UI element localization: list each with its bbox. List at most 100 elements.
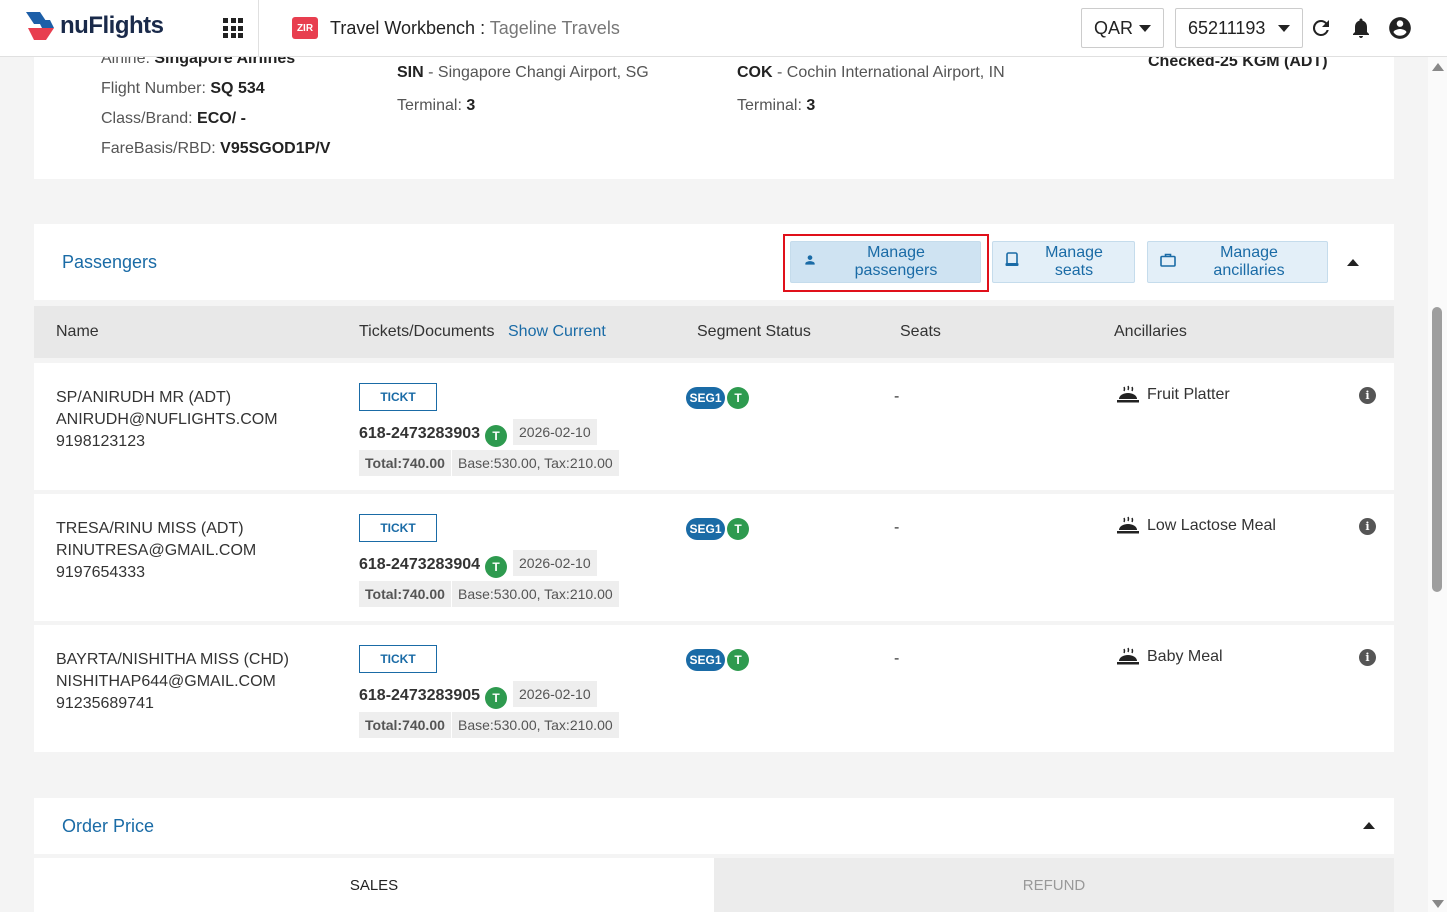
- destination-code: COK: [737, 64, 773, 81]
- passenger-name: BAYRTA/NISHITHA MISS (CHD): [56, 651, 289, 668]
- passenger-info: TRESA/RINU MISS (ADT) RINUTRESA@GMAIL.CO…: [56, 518, 256, 584]
- flight-number-line: Flight Number: SQ 534: [101, 80, 265, 98]
- passenger-email: RINUTRESA@GMAIL.COM: [56, 542, 257, 559]
- passenger-info: BAYRTA/NISHITHA MISS (CHD) NISHITHAP644@…: [56, 649, 289, 715]
- order-price-tabs: SALES REFUND: [34, 858, 1394, 912]
- scroll-thumb[interactable]: [1432, 307, 1442, 592]
- segment-badge: SEG1: [686, 518, 725, 540]
- ticket-total: Total:740.00: [359, 450, 451, 476]
- ticket-date: 2026-02-10: [513, 419, 597, 445]
- ticket-doc-button[interactable]: TICKT: [359, 514, 437, 542]
- nuflights-logo-mark-icon: [24, 10, 58, 42]
- column-segment-status: Segment Status: [697, 323, 811, 340]
- fare-line: FareBasis/RBD: V95SGOD1P/V: [101, 140, 330, 158]
- tab-sales[interactable]: SALES: [34, 858, 714, 912]
- manage-seats-button[interactable]: Manage seats: [992, 241, 1135, 283]
- destination-terminal-value: 3: [806, 97, 816, 114]
- passenger-email: NISHITHAP644@GMAIL.COM: [56, 673, 276, 690]
- seat-value: -: [894, 650, 900, 667]
- ticket-number: 618-2473283903: [359, 425, 481, 442]
- flight-details-card: Airline: Singapore Airlines Flight Numbe…: [34, 40, 1394, 179]
- segment-badge: SEG1: [686, 649, 725, 671]
- passenger-phone: 9198123123: [56, 433, 145, 450]
- passenger-info: SP/ANIRUDH MR (ADT) ANIRUDH@NUFLIGHTS.CO…: [56, 387, 278, 453]
- ticket-number: 618-2473283904: [359, 556, 481, 573]
- table-row: TRESA/RINU MISS (ADT) RINUTRESA@GMAIL.CO…: [34, 494, 1394, 621]
- account-select[interactable]: 65211193: [1175, 8, 1303, 48]
- origin-name: - Singapore Changi Airport, SG: [423, 64, 649, 81]
- ticket-status-badge: T: [485, 425, 507, 447]
- origin-airport: SIN - Singapore Changi Airport, SG: [397, 64, 649, 82]
- ticket-total: Total:740.00: [359, 581, 451, 607]
- passenger-name: TRESA/RINU MISS (ADT): [56, 520, 244, 537]
- info-icon[interactable]: i: [1359, 649, 1376, 666]
- info-icon[interactable]: i: [1359, 518, 1376, 535]
- ticket-number: 618-2473283905: [359, 687, 481, 704]
- collapse-caret-up-icon[interactable]: [1347, 259, 1359, 266]
- bell-icon[interactable]: [1349, 15, 1375, 41]
- refresh-icon[interactable]: [1309, 15, 1335, 41]
- ticket-status-badge: T: [485, 556, 507, 578]
- seat-icon: [1005, 252, 1019, 272]
- manage-seats-label: Manage seats: [1045, 244, 1103, 279]
- page-title: Travel Workbench : Tageline Travels: [330, 18, 620, 39]
- flight-number-value: SQ 534: [210, 80, 265, 97]
- meal-cloche-icon: [1116, 385, 1140, 405]
- destination-terminal: Terminal: 3: [737, 97, 815, 115]
- ticket-base-tax: Base:530.00, Tax:210.00: [452, 581, 619, 607]
- ancillary-name: Low Lactose Meal: [1147, 517, 1276, 534]
- fare-value: V95SGOD1P/V: [220, 140, 331, 157]
- ancillary-name: Baby Meal: [1147, 648, 1223, 665]
- page-scrollbar[interactable]: [1428, 57, 1447, 912]
- nuflights-logo[interactable]: nuFlights: [24, 10, 164, 42]
- ancillary-name: Fruit Platter: [1147, 386, 1230, 403]
- highlight-box: [783, 234, 989, 292]
- origin-terminal-label: Terminal:: [397, 97, 467, 114]
- info-icon[interactable]: i: [1359, 387, 1376, 404]
- class-label: Class/Brand:: [101, 110, 198, 127]
- collapse-caret-up-icon[interactable]: [1363, 822, 1375, 829]
- column-ancillaries: Ancillaries: [1114, 323, 1187, 340]
- passenger-table-header: Name Tickets/Documents Show Current Segm…: [34, 306, 1394, 358]
- meal-cloche-icon: [1116, 516, 1140, 536]
- column-name: Name: [56, 323, 99, 340]
- caret-down-icon: [1278, 25, 1290, 32]
- ticket-date: 2026-02-10: [513, 681, 597, 707]
- ticket-doc-button[interactable]: TICKT: [359, 383, 437, 411]
- ticket-date: 2026-02-10: [513, 550, 597, 576]
- column-seats: Seats: [900, 323, 941, 340]
- caret-down-icon: [1139, 25, 1151, 32]
- destination-name: - Cochin International Airport, IN: [772, 64, 1005, 81]
- meal-cloche-icon: [1116, 647, 1140, 667]
- column-tickets: Tickets/Documents: [359, 323, 495, 340]
- currency-value: QAR: [1094, 17, 1134, 38]
- title-separator: :: [475, 18, 490, 38]
- show-current-link[interactable]: Show Current: [508, 323, 606, 341]
- ticket-total: Total:740.00: [359, 712, 451, 738]
- order-price-panel-header: Order Price: [34, 798, 1394, 854]
- class-line: Class/Brand: ECO/ -: [101, 110, 246, 128]
- passenger-name: SP/ANIRUDH MR (ADT): [56, 389, 232, 406]
- origin-code: SIN: [397, 64, 424, 81]
- passenger-email: ANIRUDH@NUFLIGHTS.COM: [56, 411, 278, 428]
- account-circle-icon[interactable]: [1387, 15, 1413, 41]
- scroll-up-arrow-icon[interactable]: [1432, 63, 1444, 71]
- app-header: nuFlights ZIR Travel Workbench : Tagelin…: [0, 0, 1447, 57]
- apps-grid-icon[interactable]: [223, 18, 243, 38]
- tab-refund[interactable]: REFUND: [714, 858, 1394, 912]
- workbench-icon: ZIR: [292, 17, 318, 39]
- origin-terminal: Terminal: 3: [397, 97, 475, 115]
- brand-name: nuFlights: [60, 12, 164, 39]
- passengers-title: Passengers: [62, 252, 158, 272]
- order-price-title: Order Price: [62, 816, 155, 836]
- workbench-title: Travel Workbench: [330, 18, 476, 38]
- agency-name: Tageline Travels: [489, 18, 620, 38]
- manage-ancillaries-button[interactable]: Manage ancillaries: [1147, 241, 1328, 283]
- flight-number-label: Flight Number:: [101, 80, 211, 97]
- seat-value: -: [894, 388, 900, 405]
- ticket-doc-button[interactable]: TICKT: [359, 645, 437, 673]
- origin-terminal-value: 3: [466, 97, 476, 114]
- fare-label: FareBasis/RBD:: [101, 140, 221, 157]
- scroll-down-arrow-icon[interactable]: [1432, 900, 1444, 908]
- currency-select[interactable]: QAR: [1081, 8, 1164, 48]
